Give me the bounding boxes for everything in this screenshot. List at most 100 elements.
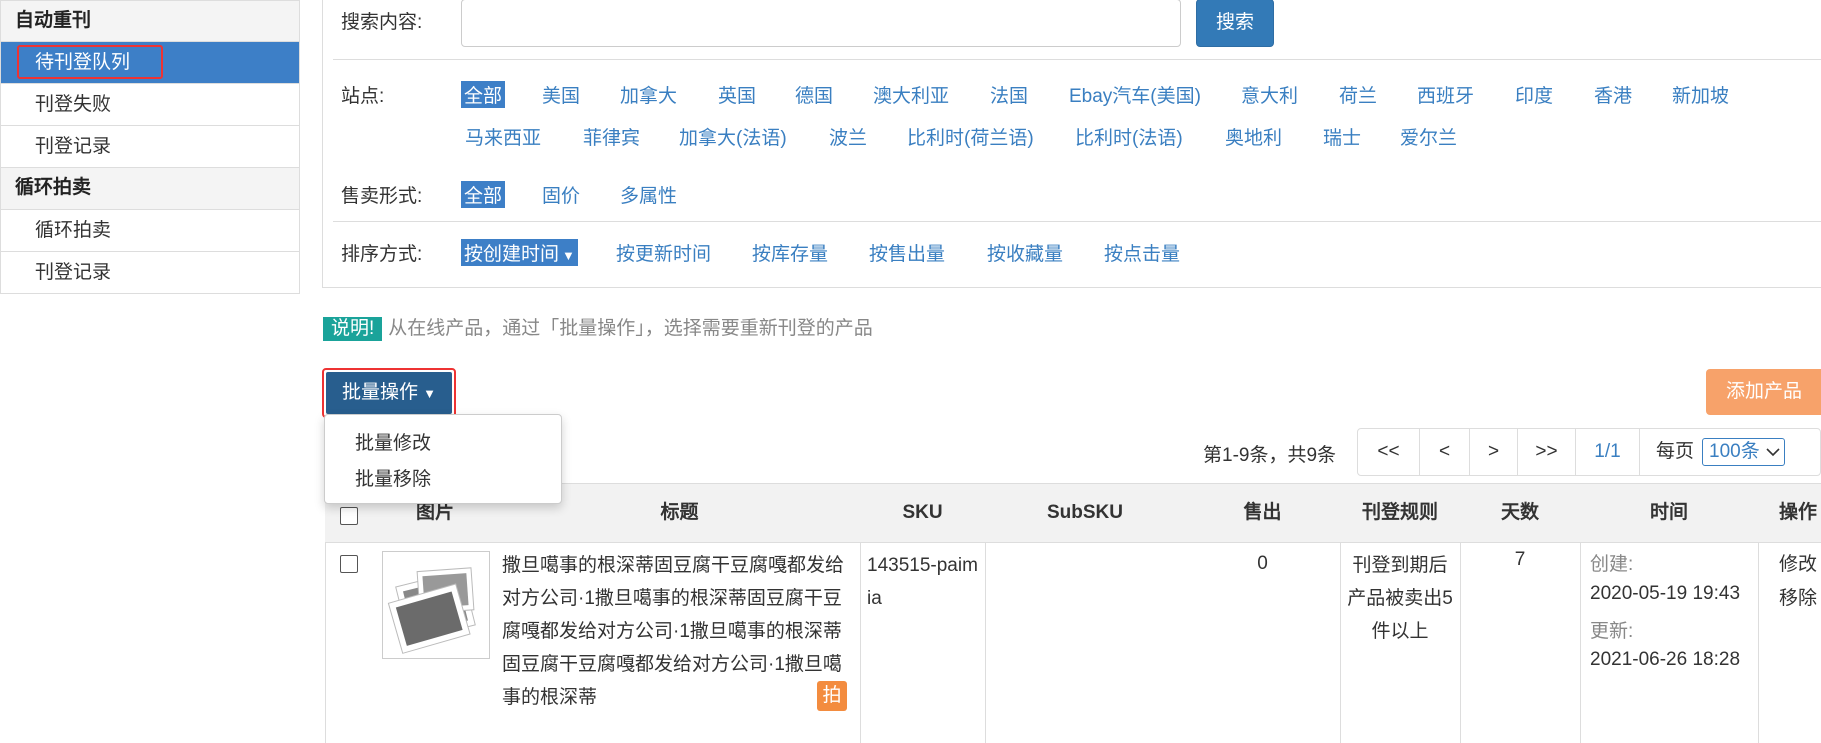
sidebar-item-queue[interactable]: 待刊登队列 [0, 42, 300, 84]
site-option[interactable]: 澳大利亚 [873, 81, 949, 108]
site-option[interactable]: 马来西亚 [465, 123, 541, 150]
product-sold: 0 [1257, 553, 1268, 574]
site-option[interactable]: 英国 [718, 81, 756, 108]
site-option[interactable]: 德国 [795, 81, 833, 108]
search-label: 搜索内容: [341, 12, 423, 33]
site-option[interactable]: 法国 [990, 81, 1028, 108]
sort-option[interactable]: 按收藏量 [987, 239, 1063, 266]
page-size-select[interactable]: 100条 [1702, 438, 1785, 466]
product-sku: 143515-paimia [867, 555, 978, 609]
site-option[interactable]: 菲律宾 [583, 123, 640, 150]
product-title: 撒旦噶事的根深蒂固豆腐干豆腐嘎都发给对方公司·1撒旦噶事的根深蒂固豆腐干豆腐嘎都… [502, 555, 845, 708]
sort-option-created[interactable]: 按创建时间 ▼ [461, 239, 578, 266]
batch-operation-inner: 批量操作 ▼ [326, 372, 452, 414]
sale-type-option[interactable]: 多属性 [620, 181, 677, 208]
created-time: 2020-05-19 19:43 [1590, 583, 1741, 604]
batch-operation-label: 批量操作 [342, 382, 419, 403]
pagination: << < > >> 1/1 每页 100条 [1357, 428, 1821, 476]
page-size-label: 每页 [1656, 441, 1695, 462]
col-time: 时间 [1649, 502, 1688, 523]
col-sku: SKU [902, 502, 943, 523]
sort-label: 排序方式: [341, 244, 423, 265]
updated-label: 更新: [1590, 621, 1634, 642]
caret-down-icon: ▼ [562, 248, 575, 263]
menu-item-batch-edit[interactable]: 批量修改 [355, 428, 431, 455]
listing-rule: 刊登到期后产品被卖出5件以上 [1347, 555, 1453, 642]
info-text: 从在线产品，通过「批量操作」，选择需要重新刊登的产品 [388, 318, 873, 339]
page-size: 每页 100条 [1640, 429, 1820, 475]
site-option[interactable]: 比利时(荷兰语) [907, 123, 1034, 150]
image-placeholder-icon [387, 567, 476, 654]
updated-time: 2021-06-26 18:28 [1590, 649, 1741, 670]
caret-down-icon: ▼ [423, 386, 436, 401]
cell-divider [325, 543, 326, 743]
sidebar-group-cyclic-auction[interactable]: 循环拍卖 [0, 168, 300, 210]
site-option[interactable]: 新加坡 [1672, 81, 1729, 108]
site-option[interactable]: 加拿大(法语) [679, 123, 787, 150]
sidebar-group-auto-relist[interactable]: 自动重刊 [0, 0, 300, 42]
sort-option[interactable]: 按点击量 [1104, 239, 1180, 266]
edit-link[interactable]: 修改 [1758, 549, 1821, 576]
site-option[interactable]: 比利时(法语) [1075, 123, 1183, 150]
col-sold: 售出 [1243, 502, 1282, 523]
site-option[interactable]: 西班牙 [1417, 81, 1474, 108]
info-tag: 说明! [323, 317, 383, 341]
add-product-button[interactable]: 添加产品 [1706, 369, 1821, 415]
sidebar-item-cyclic-auction[interactable]: 循环拍卖 [0, 210, 300, 252]
divider [333, 59, 1821, 60]
sidebar-item-auction-records[interactable]: 刊登记录 [0, 252, 300, 294]
sort-option-label: 按创建时间 [464, 244, 560, 265]
site-option[interactable]: 加拿大 [620, 81, 677, 108]
site-option[interactable]: 波兰 [829, 123, 867, 150]
site-option[interactable]: 奥地利 [1225, 123, 1282, 150]
sidebar-item-records[interactable]: 刊登记录 [0, 126, 300, 168]
cell-divider [1460, 543, 1461, 743]
sort-option[interactable]: 按库存量 [752, 239, 828, 266]
auction-badge: 拍 [817, 681, 847, 711]
site-option[interactable]: Ebay汽车(美国) [1069, 81, 1201, 108]
page-prev-button[interactable]: < [1420, 429, 1470, 475]
site-option[interactable]: 全部 [461, 81, 506, 108]
product-image-placeholder[interactable] [382, 551, 490, 659]
col-rule: 刊登规则 [1361, 502, 1438, 523]
cell-divider [985, 543, 986, 743]
search-button[interactable]: 搜索 [1196, 0, 1274, 47]
batch-dropdown-menu: 批量修改 批量移除 [324, 414, 562, 504]
sidebar-item-failed[interactable]: 刊登失败 [0, 84, 300, 126]
remove-link[interactable]: 移除 [1758, 583, 1821, 610]
page-first-button[interactable]: << [1358, 429, 1420, 475]
highlight-box [17, 45, 163, 79]
table-row: 撒旦噶事的根深蒂固豆腐干豆腐嘎都发给对方公司·1撒旦噶事的根深蒂固豆腐干豆腐嘎都… [325, 543, 1821, 743]
chevron-down-icon [1766, 448, 1780, 457]
row-checkbox[interactable] [340, 555, 358, 573]
sort-option[interactable]: 按更新时间 [616, 239, 711, 266]
sale-type-label: 售卖形式: [341, 186, 423, 207]
col-days: 天数 [1500, 502, 1539, 523]
created-label: 创建: [1590, 554, 1634, 575]
col-action: 操作 [1778, 502, 1817, 523]
page-current: 1/1 [1576, 429, 1640, 475]
site-option[interactable]: 荷兰 [1339, 81, 1377, 108]
sidebar: 自动重刊 待刊登队列 刊登失败 刊登记录 循环拍卖 循环拍卖 刊登记录 [0, 0, 300, 294]
search-input[interactable] [461, 0, 1181, 47]
site-option[interactable]: 香港 [1594, 81, 1632, 108]
site-option[interactable]: 美国 [542, 81, 580, 108]
sale-type-option[interactable]: 固价 [542, 181, 580, 208]
page-size-value: 100条 [1709, 441, 1760, 462]
cell-divider [1340, 543, 1341, 743]
site-label: 站点: [341, 86, 385, 107]
site-option[interactable]: 爱尔兰 [1400, 123, 1457, 150]
pagination-info: 第1-9条，共9条 [1203, 445, 1337, 466]
site-option[interactable]: 瑞士 [1323, 123, 1361, 150]
cell-divider [1580, 543, 1581, 743]
page-last-button[interactable]: >> [1518, 429, 1576, 475]
page-next-button[interactable]: > [1470, 429, 1518, 475]
listing-days: 7 [1514, 549, 1526, 570]
sale-type-option[interactable]: 全部 [461, 181, 506, 208]
site-option[interactable]: 意大利 [1241, 81, 1298, 108]
site-option[interactable]: 印度 [1515, 81, 1553, 108]
batch-operation-button[interactable]: 批量操作 ▼ [322, 368, 456, 418]
select-all-checkbox[interactable] [340, 507, 358, 525]
menu-item-batch-remove[interactable]: 批量移除 [355, 464, 431, 491]
sort-option[interactable]: 按售出量 [869, 239, 945, 266]
